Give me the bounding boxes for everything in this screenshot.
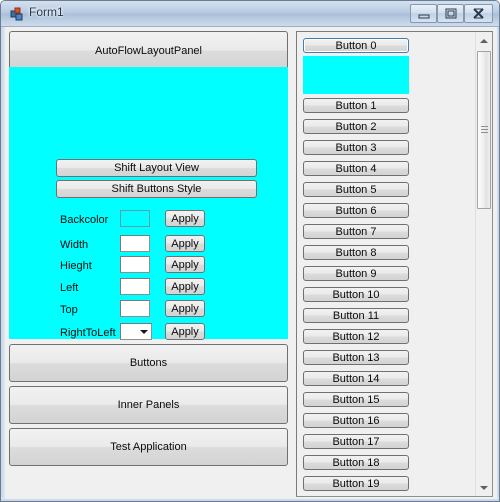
backcolor-swatch[interactable] [120, 210, 150, 227]
form-window: Form1 AutoFlowLayoutPanel Shift Layout V… [0, 0, 500, 502]
label-height: Hieght [60, 260, 92, 272]
flow-button-9[interactable]: Button 9 [303, 266, 409, 281]
inner-panels-section-button[interactable]: Inner Panels [9, 386, 288, 424]
top-input[interactable] [120, 300, 150, 317]
flow-button-19[interactable]: Button 19 [303, 476, 409, 491]
flow-button-18[interactable]: Button 18 [303, 455, 409, 470]
flow-button-13[interactable]: Button 13 [303, 350, 409, 365]
title-bar[interactable]: Form1 [1, 1, 499, 27]
flow-layout-content: Button 0 Button 1 Button 2 Button 3 Button 4… [297, 32, 460, 496]
label-top: Top [60, 304, 78, 316]
label-left: Left [60, 282, 79, 294]
height-input[interactable] [120, 256, 150, 273]
test-application-section-button[interactable]: Test Application [9, 428, 288, 466]
form-client-area: AutoFlowLayoutPanel Shift Layout View Sh… [5, 27, 497, 499]
flow-button-2[interactable]: Button 2 [303, 119, 409, 134]
scroll-up-arrow[interactable] [476, 32, 492, 49]
apply-left-button[interactable]: Apply [165, 278, 205, 295]
apply-height-button[interactable]: Apply [165, 256, 205, 273]
triangle-down-icon [480, 485, 488, 490]
restore-button[interactable] [437, 4, 464, 23]
flow-button-12[interactable]: Button 12 [303, 329, 409, 344]
close-button[interactable] [464, 4, 493, 23]
triangle-up-icon [480, 38, 488, 43]
vertical-scrollbar[interactable] [475, 32, 492, 496]
flow-button-7[interactable]: Button 7 [303, 224, 409, 239]
flow-button-10[interactable]: Button 10 [303, 287, 409, 302]
righttoleft-combobox[interactable] [120, 323, 152, 340]
flow-button-16[interactable]: Button 16 [303, 413, 409, 428]
grip-icon [481, 126, 488, 134]
shift-buttons-style-button[interactable]: Shift Buttons Style [56, 180, 257, 198]
flow-button-1[interactable]: Button 1 [303, 98, 409, 113]
flow-button-11[interactable]: Button 11 [303, 308, 409, 323]
label-width: Width [60, 239, 89, 251]
scroll-down-arrow[interactable] [476, 479, 492, 496]
form-icon [10, 7, 24, 21]
apply-righttoleft-button[interactable]: Apply [165, 323, 205, 340]
scrollbar-track[interactable] [476, 49, 492, 479]
window-title: Form1 [29, 5, 64, 19]
apply-width-button[interactable]: Apply [165, 235, 205, 252]
flow-button-14[interactable]: Button 14 [303, 371, 409, 386]
flow-button-17[interactable]: Button 17 [303, 434, 409, 449]
flow-button-6[interactable]: Button 6 [303, 203, 409, 218]
flow-layout-panel: Button 0 Button 1 Button 2 Button 3 Button 4… [296, 31, 493, 497]
minimize-button[interactable] [410, 4, 437, 23]
apply-backcolor-button[interactable]: Apply [165, 210, 205, 227]
width-input[interactable] [120, 235, 150, 252]
cyan-settings-panel: Shift Layout View Shift Buttons Style Ba… [9, 67, 288, 340]
apply-top-button[interactable]: Apply [165, 300, 205, 317]
flow-button-15[interactable]: Button 15 [303, 392, 409, 407]
chevron-down-icon [140, 330, 148, 334]
buttons-section-button[interactable]: Buttons [9, 344, 288, 382]
flow-button-5[interactable]: Button 5 [303, 182, 409, 197]
scrollbar-thumb[interactable] [477, 51, 491, 209]
flow-button-3[interactable]: Button 3 [303, 140, 409, 155]
label-backcolor: Backcolor [60, 214, 109, 226]
autoflowlayoutpanel-button[interactable]: AutoFlowLayoutPanel [9, 31, 288, 70]
flow-button-8[interactable]: Button 8 [303, 245, 409, 260]
flow-button-0[interactable]: Button 0 [303, 38, 409, 53]
label-righttoleft: RightToLeft [60, 327, 116, 339]
shift-layout-view-button[interactable]: Shift Layout View [56, 159, 257, 177]
flow-button-4[interactable]: Button 4 [303, 161, 409, 176]
flow-cyan-block [303, 56, 409, 94]
left-input[interactable] [120, 278, 150, 295]
